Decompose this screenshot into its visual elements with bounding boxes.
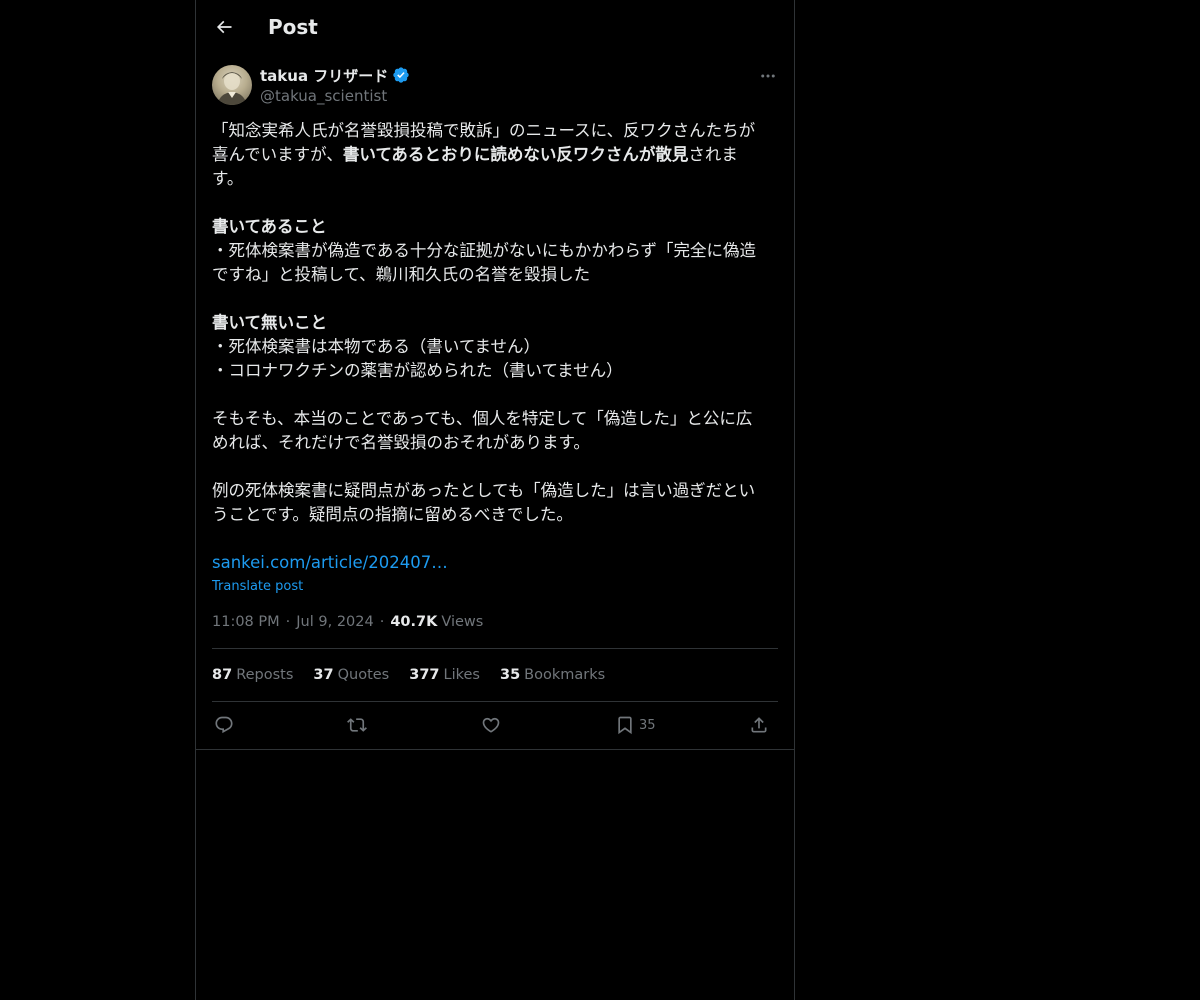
post-body: 「知念実希人氏が名誉毀損投稿で敗訴」のニュースに、反ワクさんたちが 喜んでいます… xyxy=(212,119,778,527)
heart-icon xyxy=(482,717,500,733)
top-bar: Post xyxy=(196,0,794,54)
share-icon xyxy=(751,717,767,733)
author-name[interactable]: takua フリザード xyxy=(260,65,388,86)
bookmark-button[interactable]: 35 xyxy=(615,713,656,737)
divider xyxy=(212,701,778,702)
author-handle[interactable]: @takua_scientist xyxy=(260,86,410,106)
repost-icon xyxy=(347,718,367,732)
share-button[interactable] xyxy=(749,713,769,737)
page-title: Post xyxy=(268,15,318,39)
article-link[interactable]: sankei.com/article/202407… xyxy=(212,551,448,575)
more-options-button[interactable] xyxy=(756,64,780,88)
post-text-line: ・死体検案書は本物である（書いてません） xyxy=(212,337,541,356)
section-heading: 書いて無いこと xyxy=(212,313,328,332)
more-horizontal-icon xyxy=(761,74,775,78)
avatar[interactable] xyxy=(212,65,252,105)
arrow-left-icon xyxy=(216,20,232,34)
author-block: takua フリザード @takua_scientist xyxy=(260,64,410,108)
action-bar: 35 xyxy=(212,710,778,740)
post-text-line: ・コロナワクチンの薬害が認められた（書いてません） xyxy=(212,361,623,380)
likes-stat[interactable]: 377 Likes xyxy=(409,667,480,683)
post-bottom-border xyxy=(196,749,794,750)
section-heading: 書いてあること xyxy=(212,217,327,236)
post-text-line: 「知念実希人氏が名誉毀損投稿で敗訴」のニュースに、反ワクさんたちが xyxy=(212,121,756,140)
avatar-portrait-icon xyxy=(217,72,247,105)
post-text-line: ・死体検案書が偽造である十分な証拠がないにもかかわらず「完全に偽造 xyxy=(212,241,757,260)
bookmarks-label: Bookmarks xyxy=(524,667,606,683)
post-column: Post takua フリザード @takua_scientist 「知念実希人… xyxy=(195,0,795,1000)
reposts-count: 87 xyxy=(212,667,233,683)
quotes-stat[interactable]: 37 Quotes xyxy=(313,667,389,683)
views-count: 40.7K xyxy=(390,614,438,630)
quotes-count: 37 xyxy=(313,667,334,683)
engagement-stats: 87 Reposts 37 Quotes 377 Likes 35 Bookmarks xyxy=(212,664,625,686)
post-text-line: 例の死体検案書に疑問点があったとしても「偽造した」は言い過ぎだとい xyxy=(212,481,756,500)
like-button[interactable] xyxy=(481,713,501,737)
post-text-bold: 書いてあるとおりに読めない反ワクさんが散見 xyxy=(342,145,689,164)
post-text-span: されま xyxy=(688,145,738,164)
divider xyxy=(212,648,778,649)
post-text-line: す。 xyxy=(212,169,244,188)
likes-label: Likes xyxy=(443,667,480,683)
post-text-line: 喜んでいますが、書いてあるとおりに読めない反ワクさんが散見されま xyxy=(212,143,778,167)
bookmarks-stat[interactable]: 35 Bookmarks xyxy=(500,667,605,683)
bookmark-icon xyxy=(618,716,632,735)
meta-separator: · xyxy=(285,614,291,630)
reposts-stat[interactable]: 87 Reposts xyxy=(212,667,293,683)
post-meta: 11:08 PM · Jul 9, 2024 · 40.7K Views xyxy=(212,611,483,633)
bookmarks-count: 35 xyxy=(499,667,521,683)
post-text-line: うことです。疑問点の指摘に留めるべきでした。 xyxy=(212,505,573,524)
verified-badge-icon[interactable] xyxy=(392,66,410,84)
quotes-label: Quotes xyxy=(337,667,390,683)
post-text-span: 喜んでいますが、 xyxy=(212,145,343,164)
post-time[interactable]: 11:08 PM xyxy=(212,614,280,630)
post-text-line: そもそも、本当のことであっても、個人を特定して「偽造した」と公に広 xyxy=(212,409,753,428)
post-text-line: ですね」と投稿して、鵜川和久氏の名誉を毀損した xyxy=(212,265,591,284)
back-button[interactable] xyxy=(209,11,239,43)
post-date[interactable]: Jul 9, 2024 xyxy=(296,614,373,630)
repost-button[interactable] xyxy=(347,713,367,737)
author-name-row: takua フリザード xyxy=(260,64,410,86)
reposts-label: Reposts xyxy=(236,667,294,683)
meta-separator: · xyxy=(379,614,385,630)
post-text-line: めれば、それだけで名誉毀損のおそれがあります。 xyxy=(212,433,590,452)
reply-icon xyxy=(215,716,233,734)
reply-button[interactable] xyxy=(214,713,234,737)
bookmark-count: 35 xyxy=(639,717,656,733)
views-label: Views xyxy=(441,614,484,630)
translate-post-link[interactable]: Translate post xyxy=(212,578,303,596)
likes-count: 377 xyxy=(409,667,440,683)
